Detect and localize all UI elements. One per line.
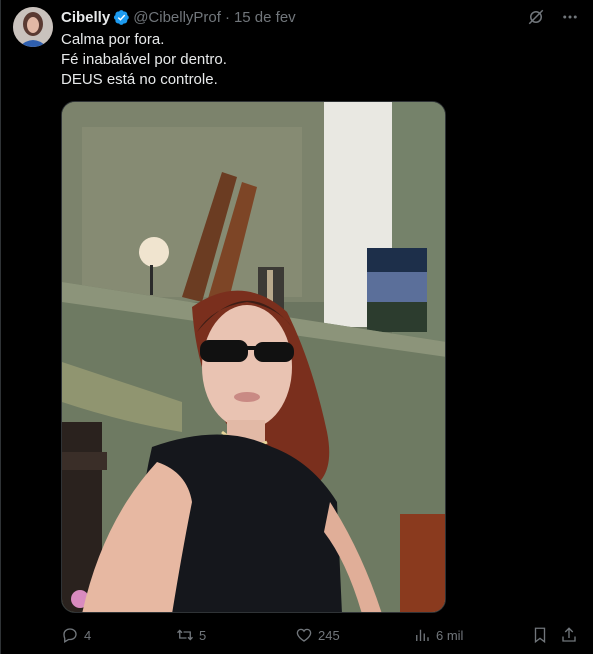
tweet-text-line: DEUS está no controle.	[61, 71, 218, 88]
like-button[interactable]: 245	[295, 623, 340, 647]
top-actions	[527, 8, 579, 26]
tweet-actions: 4 5 245 6 mil	[61, 623, 581, 647]
tweet-header: Cibelly @CibellyProf · 15 de fev	[61, 7, 296, 27]
author-handle[interactable]: @CibellyProf	[133, 9, 221, 26]
separator-dot: ·	[224, 8, 230, 26]
views-icon	[416, 629, 429, 641]
verified-badge-icon	[113, 9, 130, 26]
views-button[interactable]: 6 mil	[413, 623, 463, 647]
share-button[interactable]	[560, 623, 578, 647]
avatar[interactable]	[13, 7, 53, 47]
post-date[interactable]: 15 de fev	[234, 9, 296, 26]
tweet: Cibelly @CibellyProf · 15 de fev Calma p…	[0, 0, 593, 654]
repost-count: 5	[199, 627, 207, 643]
tweet-text: Calma por fora. Fé inabalável por dentro…	[61, 30, 227, 90]
like-icon	[296, 628, 312, 642]
bookmark-button[interactable]	[531, 623, 549, 647]
repost-icon	[177, 629, 193, 641]
reply-button[interactable]: 4	[61, 623, 91, 647]
tweet-text-line: Calma por fora.	[61, 31, 165, 48]
repost-button[interactable]: 5	[176, 623, 206, 647]
reply-icon	[63, 628, 77, 643]
author-name[interactable]: Cibelly	[61, 9, 110, 26]
grok-icon[interactable]	[527, 8, 545, 26]
more-icon[interactable]	[561, 8, 579, 26]
views-count: 6 mil	[436, 627, 464, 643]
tweet-text-line: Fé inabalável por dentro.	[61, 51, 227, 68]
share-icon	[562, 627, 576, 642]
reply-count: 4	[84, 627, 92, 643]
bookmark-icon	[534, 627, 546, 644]
tweet-photo[interactable]	[61, 101, 446, 613]
like-count: 245	[318, 627, 340, 643]
